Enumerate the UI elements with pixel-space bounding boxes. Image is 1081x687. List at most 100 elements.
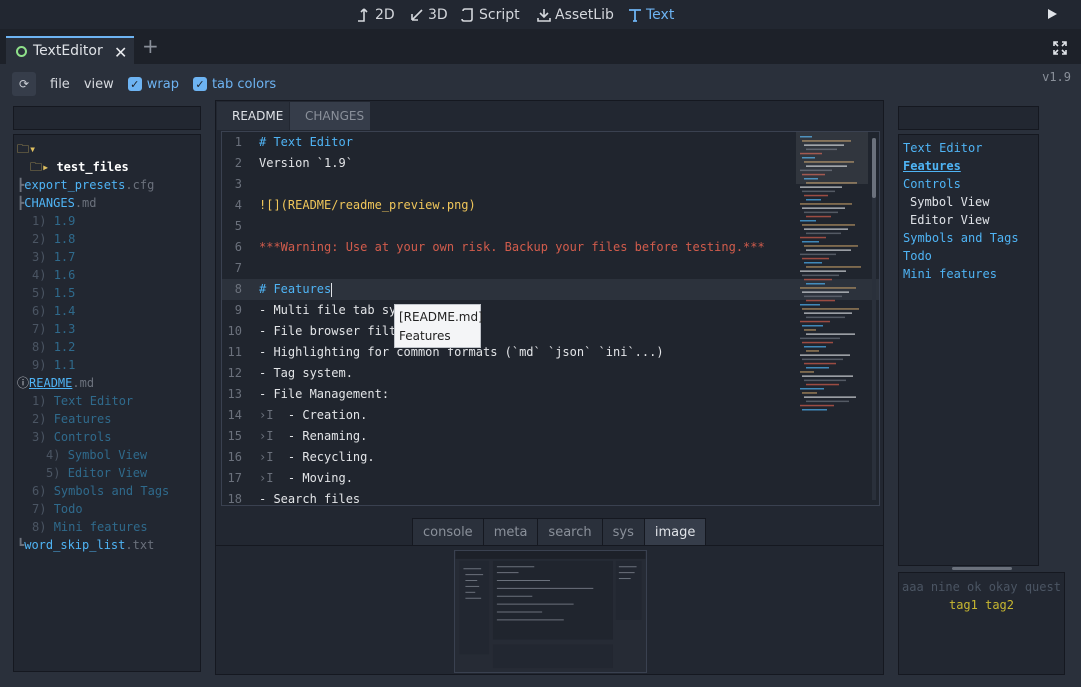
code-line[interactable]: 5 bbox=[222, 216, 879, 237]
outline-item[interactable]: Symbol View bbox=[899, 193, 1038, 211]
code-editor[interactable]: 1 # Text Editor 2 Version `1.9` 3 4 ![](README… bbox=[221, 131, 880, 506]
tab-console[interactable]: console bbox=[412, 518, 484, 546]
outline-filter-input[interactable] bbox=[898, 106, 1039, 130]
tree-heading-item[interactable]: 8) 1.2 bbox=[14, 338, 200, 356]
mode-3d-button[interactable]: 3D bbox=[410, 5, 448, 25]
fullscreen-icon[interactable] bbox=[1053, 41, 1067, 55]
code-line[interactable]: 10 - File browser filte bbox=[222, 321, 879, 342]
wrap-checkbox[interactable]: ✓ wrap bbox=[127, 77, 179, 92]
mode-text-button[interactable]: Text bbox=[628, 5, 674, 25]
close-icon[interactable]: ✕ bbox=[114, 43, 127, 62]
code-line[interactable]: 17 ›I - Moving. bbox=[222, 468, 879, 489]
tree-heading-item[interactable]: 8) Mini features bbox=[14, 518, 200, 536]
minimap[interactable] bbox=[796, 132, 868, 506]
tree-heading-item[interactable]: 5) Editor View bbox=[14, 464, 200, 482]
tags-all-list[interactable]: aaa nine ok okay quest bbox=[899, 578, 1064, 596]
file-menu[interactable]: file bbox=[50, 77, 70, 92]
tab-meta[interactable]: meta bbox=[482, 518, 539, 546]
tree-file-ext: .md bbox=[74, 196, 97, 210]
play-icon[interactable] bbox=[1045, 7, 1059, 21]
code-line[interactable]: 4 ![](README/readme_preview.png) bbox=[222, 195, 879, 216]
code-line[interactable]: 15 ›I - Renaming. bbox=[222, 426, 879, 447]
tree-folder-label: test_files bbox=[56, 160, 129, 174]
tree-heading-number: 3) bbox=[32, 250, 47, 264]
tab-readme[interactable]: README bbox=[217, 102, 289, 130]
tree-heading-label: Todo bbox=[53, 502, 83, 516]
file-filter-input[interactable] bbox=[13, 106, 201, 130]
top-toolbar: 2D 3D Script AssetLib Text bbox=[0, 0, 1081, 29]
code-line[interactable]: 6 ***Warning: Use at your own risk. Backu… bbox=[222, 237, 879, 258]
mode-assetlib-button[interactable]: AssetLib bbox=[537, 5, 614, 25]
tree-file-changes[interactable]: ┣CHANGES.md bbox=[14, 194, 200, 212]
code-line[interactable]: 3 bbox=[222, 174, 879, 195]
tree-heading-item[interactable]: 7) 1.3 bbox=[14, 320, 200, 338]
minimap-viewport[interactable] bbox=[796, 132, 868, 184]
code-line[interactable]: 18 - Search files bbox=[222, 489, 879, 505]
code-line[interactable]: 16 ›I - Recycling. bbox=[222, 447, 879, 468]
tab-changes[interactable]: CHANGES bbox=[290, 102, 370, 130]
tree-heading-item[interactable]: 6) 1.4 bbox=[14, 302, 200, 320]
tree-heading-label: Controls bbox=[53, 430, 112, 444]
tree-heading-item[interactable]: 1) 1.9 bbox=[14, 212, 200, 230]
outline-item[interactable]: Mini features bbox=[899, 265, 1038, 283]
mode-2d-button[interactable]: 2D bbox=[357, 5, 395, 25]
outline-item[interactable]: Features bbox=[899, 157, 1038, 175]
line-number: 6 bbox=[234, 240, 242, 254]
line-number: 15 bbox=[227, 429, 242, 443]
tab-colors-checkbox[interactable]: ✓ tab colors bbox=[192, 77, 276, 92]
outline-item[interactable]: Editor View bbox=[899, 211, 1038, 229]
code-line[interactable]: 9 - Multi file tab sys bbox=[222, 300, 879, 321]
tree-heading-item[interactable]: 2) Features bbox=[14, 410, 200, 428]
tree-folder-test-files[interactable]: 🗀▸ test_files bbox=[14, 158, 200, 176]
code-line[interactable]: 12 - Tag system. bbox=[222, 363, 879, 384]
tree-heading-item[interactable]: 7) Todo bbox=[14, 500, 200, 518]
editor-scrollbar[interactable] bbox=[872, 138, 876, 500]
code-line[interactable]: 13 - File Management: bbox=[222, 384, 879, 405]
panel-splitter-handle[interactable] bbox=[952, 567, 1012, 570]
sync-icon[interactable]: ⟳ bbox=[12, 72, 36, 96]
tree-heading-item[interactable]: 5) 1.5 bbox=[14, 284, 200, 302]
tree-heading-number: 1) bbox=[32, 394, 47, 408]
code-line[interactable]: 2 Version `1.9` bbox=[222, 153, 879, 174]
tree-heading-item[interactable]: 3) Controls bbox=[14, 428, 200, 446]
mode-script-button[interactable]: Script bbox=[461, 5, 520, 25]
view-menu[interactable]: view bbox=[84, 77, 114, 92]
minimap-line bbox=[806, 199, 821, 201]
code-line[interactable]: 11- Highlighting for common formats (`md… bbox=[222, 342, 879, 363]
tab-texteditor[interactable]: TextEditor ✕ bbox=[6, 36, 134, 64]
add-tab-button[interactable]: + bbox=[142, 36, 159, 56]
minimap-line bbox=[802, 241, 819, 243]
tab-sys[interactable]: sys bbox=[601, 518, 645, 546]
outline-item[interactable]: Todo bbox=[899, 247, 1038, 265]
tab-search[interactable]: search bbox=[537, 518, 603, 546]
outline-item[interactable]: Text Editor bbox=[899, 139, 1038, 157]
outline-item[interactable]: Symbols and Tags bbox=[899, 229, 1038, 247]
code-line[interactable]: 14 ›I - Creation. bbox=[222, 405, 879, 426]
minimap-line bbox=[804, 312, 852, 314]
code-line[interactable]: 8 # Features bbox=[222, 279, 879, 300]
tree-heading-item[interactable]: 4) 1.6 bbox=[14, 266, 200, 284]
tags-selected-list[interactable]: tag1 tag2 bbox=[899, 596, 1064, 614]
tree-root-folder[interactable]: 🗀▾ bbox=[14, 140, 200, 158]
tree-heading-number: 2) bbox=[32, 412, 47, 426]
tab-image[interactable]: image bbox=[643, 518, 707, 546]
tree-heading-item[interactable]: 2) 1.8 bbox=[14, 230, 200, 248]
minimap-line bbox=[800, 253, 836, 256]
tree-heading-item[interactable]: 6) Symbols and Tags bbox=[14, 482, 200, 500]
tree-file-export-presets[interactable]: ┣export_presets.cfg bbox=[14, 176, 200, 194]
minimap-line bbox=[804, 262, 822, 264]
code-line[interactable]: 1 # Text Editor bbox=[222, 132, 879, 153]
tree-heading-label: Editor View bbox=[67, 466, 148, 480]
code-line[interactable]: 7 bbox=[222, 258, 879, 279]
line-number: 3 bbox=[234, 177, 242, 191]
tree-heading-item[interactable]: 1) Text Editor bbox=[14, 392, 200, 410]
tree-heading-item[interactable]: 9) 1.1 bbox=[14, 356, 200, 374]
tree-file-word-skip-list[interactable]: ┗word_skip_list.txt bbox=[14, 536, 200, 554]
tree-heading-item[interactable]: 4) Symbol View bbox=[14, 446, 200, 464]
line-number: 7 bbox=[234, 261, 242, 275]
tree-heading-item[interactable]: 3) 1.7 bbox=[14, 248, 200, 266]
scrollbar-thumb[interactable] bbox=[872, 138, 876, 198]
outline-item[interactable]: Controls bbox=[899, 175, 1038, 193]
tree-heading-number: 5) bbox=[46, 466, 61, 480]
tree-file-readme[interactable]: ⓘREADME.md bbox=[14, 374, 200, 392]
